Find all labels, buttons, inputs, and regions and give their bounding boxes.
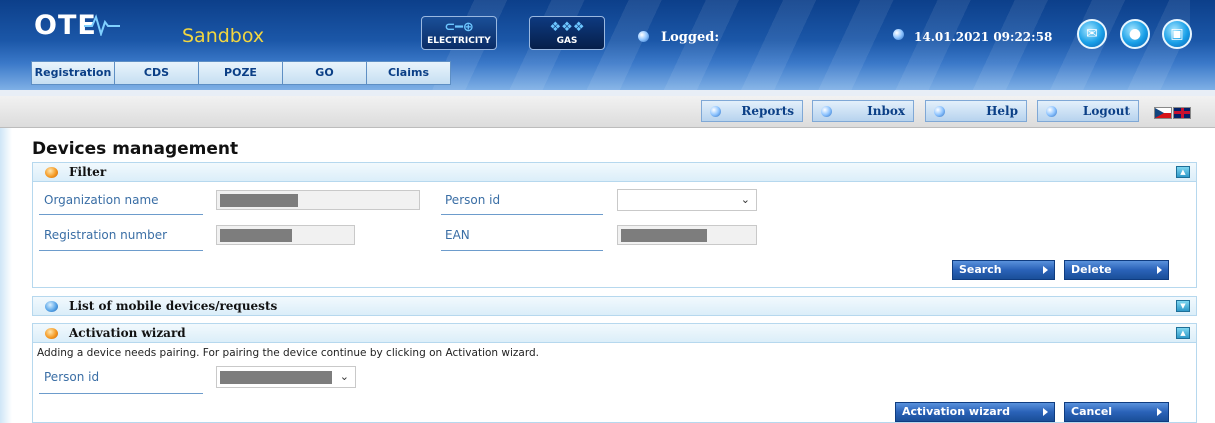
search-button[interactable]: Search [952, 260, 1055, 280]
toolbar-strip [0, 90, 1215, 96]
chevron-down-icon: ⌄ [339, 370, 349, 383]
filter-title: Filter [69, 165, 107, 179]
logged-bullet-icon [638, 31, 649, 42]
main-nav: Registration CDS POZE GO Claims [31, 61, 451, 85]
inbox-bullet-icon [821, 106, 832, 117]
wizard-title: Activation wizard [69, 326, 186, 340]
activation-wizard-button[interactable]: Activation wizard [895, 402, 1055, 422]
nav-poze[interactable]: POZE [199, 61, 283, 85]
logout-button[interactable]: Logout [1037, 100, 1139, 122]
delete-label: Delete [1071, 263, 1112, 276]
ean-input[interactable] [617, 225, 757, 245]
chevron-down-icon: ⌄ [740, 193, 750, 206]
reg-number-underline [39, 250, 203, 251]
person-id-select[interactable]: ⌄ [617, 189, 757, 211]
app-root: OTE Sandbox ⊂━⊕ ELECTRICITY ❖❖❖ GAS Logg… [0, 0, 1215, 423]
reports-button[interactable]: Reports [701, 100, 803, 122]
flame-icon: ❖❖❖ [549, 20, 585, 35]
help-button[interactable]: Help [925, 100, 1027, 122]
windows-icon: ▣ [1170, 26, 1184, 42]
list-panel-header[interactable]: List of mobile devices/requests ▼ [32, 296, 1197, 316]
mail-button[interactable]: ✉ [1077, 19, 1107, 49]
nav-registration[interactable]: Registration [31, 61, 115, 85]
collapse-up-icon[interactable]: ▲ [1176, 166, 1190, 178]
nav-cds[interactable]: CDS [115, 61, 199, 85]
redacted-value [220, 229, 292, 242]
delete-button[interactable]: Delete [1064, 260, 1169, 280]
expand-down-icon[interactable]: ▼ [1176, 300, 1190, 312]
inbox-label: Inbox [867, 104, 905, 118]
reg-number-label: Registration number [44, 228, 168, 242]
org-name-underline [39, 214, 203, 215]
uk-flag-icon[interactable] [1173, 107, 1191, 119]
datetime-display: 14.01.2021 09:22:58 [914, 30, 1053, 44]
reports-bullet-icon [710, 106, 721, 117]
help-bullet-icon [934, 106, 945, 117]
inbox-button[interactable]: Inbox [812, 100, 914, 122]
ean-label: EAN [445, 228, 470, 242]
redacted-value [220, 371, 332, 384]
filter-orb-icon [45, 167, 58, 178]
cz-flag-icon[interactable] [1154, 107, 1172, 119]
arrow-right-icon [1043, 266, 1048, 274]
redacted-value [220, 194, 298, 207]
arrow-right-icon [1157, 408, 1162, 416]
list-orb-icon [45, 301, 58, 312]
electricity-label: ELECTRICITY [427, 36, 491, 46]
filter-panel-header[interactable]: Filter ▲ [32, 162, 1197, 182]
person-id-label: Person id [445, 193, 501, 207]
plug-icon: ⊂━⊕ [444, 20, 474, 35]
chat-icon: ● [1128, 26, 1142, 42]
page-title: Devices management [32, 139, 239, 159]
arrow-right-icon [1043, 408, 1048, 416]
help-label: Help [986, 104, 1018, 118]
environment-label: Sandbox [182, 25, 265, 47]
collapse-up-icon[interactable]: ▲ [1176, 327, 1190, 339]
wizard-person-id-label: Person id [44, 370, 100, 384]
electricity-button[interactable]: ⊂━⊕ ELECTRICITY [421, 16, 497, 50]
logout-bullet-icon [1046, 106, 1057, 117]
wizard-info-text: Adding a device needs pairing. For pairi… [37, 347, 539, 359]
filter-panel-body: Organization name Person id ⌄ Registrati… [32, 182, 1197, 288]
activation-wizard-label: Activation wizard [902, 405, 1010, 418]
person-id-underline [441, 214, 603, 215]
gas-label: GAS [556, 36, 578, 46]
pulse-icon [84, 14, 120, 36]
cancel-button[interactable]: Cancel [1064, 402, 1169, 422]
list-title: List of mobile devices/requests [69, 299, 278, 313]
side-glow [0, 128, 12, 423]
nav-claims[interactable]: Claims [367, 61, 451, 85]
org-name-label: Organization name [44, 193, 159, 207]
nav-go[interactable]: GO [283, 61, 367, 85]
wizard-person-id-select[interactable]: ⌄ [216, 366, 356, 388]
gas-button[interactable]: ❖❖❖ GAS [529, 16, 605, 50]
mail-icon: ✉ [1086, 26, 1098, 42]
search-label: Search [959, 263, 1002, 276]
org-name-input[interactable] [216, 190, 420, 210]
logged-label: Logged: [661, 30, 720, 45]
ean-underline [441, 250, 603, 251]
reports-label: Reports [741, 104, 794, 118]
redacted-value [621, 229, 707, 242]
language-switcher [1154, 107, 1191, 119]
cancel-label: Cancel [1071, 405, 1113, 418]
datetime-bullet-icon [893, 29, 904, 40]
arrow-right-icon [1157, 266, 1162, 274]
chat-button[interactable]: ● [1120, 19, 1150, 49]
wizard-orb-icon [45, 328, 58, 339]
wizard-panel-header[interactable]: Activation wizard ▲ [32, 323, 1197, 343]
windows-button[interactable]: ▣ [1162, 19, 1192, 49]
logout-label: Logout [1082, 104, 1130, 118]
wizard-person-id-underline [39, 393, 203, 394]
reg-number-input[interactable] [216, 225, 355, 245]
